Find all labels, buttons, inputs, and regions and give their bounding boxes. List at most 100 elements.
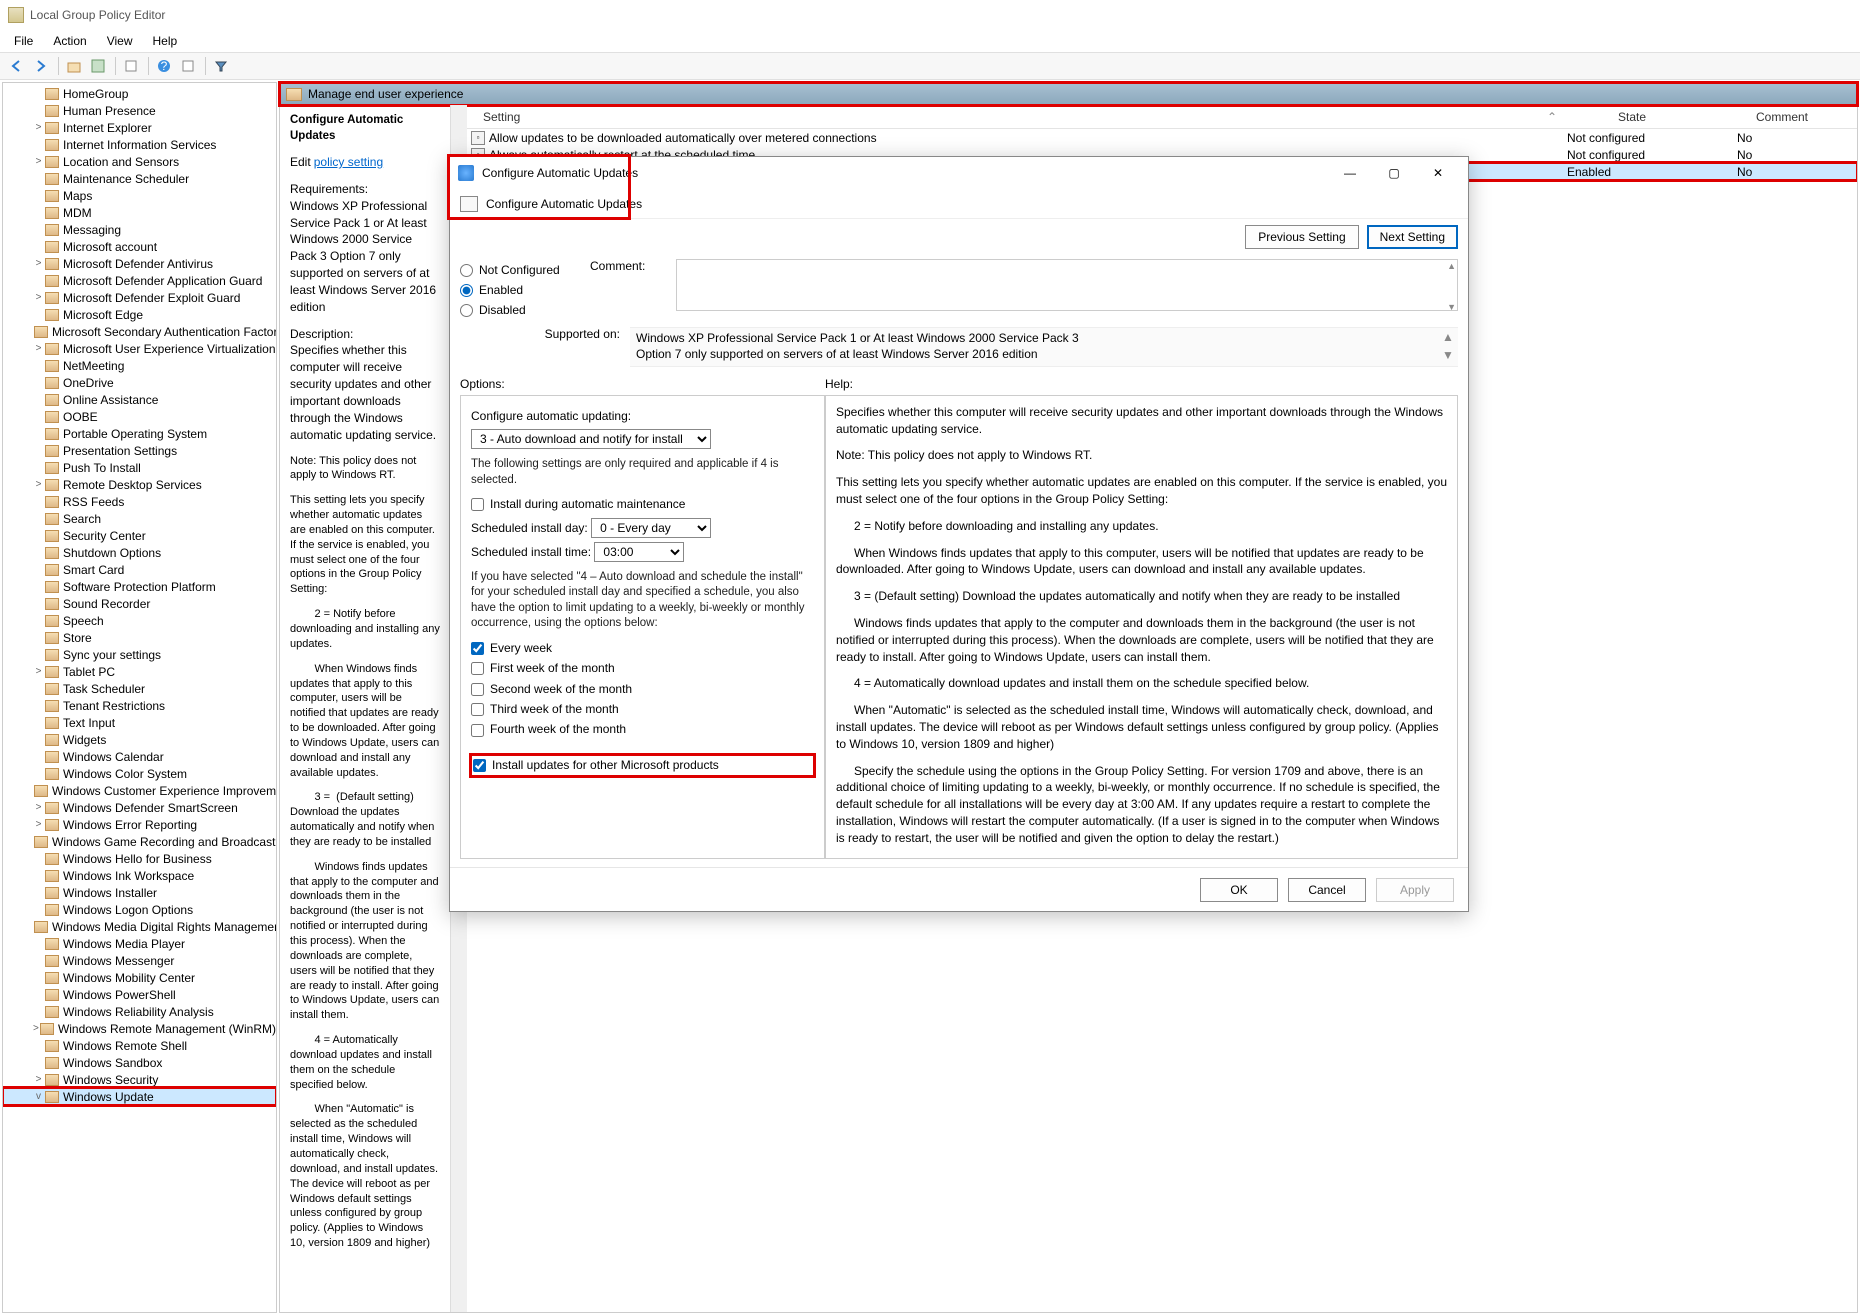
menu-help[interactable]: Help [143, 32, 188, 50]
col-state[interactable]: State [1557, 110, 1707, 124]
tree-item[interactable]: Search [3, 510, 276, 527]
tree[interactable]: HomeGroupHuman Presence>Internet Explore… [3, 83, 276, 1312]
tree-item[interactable]: Microsoft account [3, 238, 276, 255]
maximize-button[interactable]: ▢ [1372, 159, 1416, 187]
menu-action[interactable]: Action [43, 32, 96, 50]
tree-item[interactable]: Windows Media Digital Rights Management [3, 918, 276, 935]
col-setting[interactable]: Setting [467, 110, 1547, 124]
tree-item[interactable]: Windows Hello for Business [3, 850, 276, 867]
tree-item[interactable]: Tenant Restrictions [3, 697, 276, 714]
cb-every-week[interactable]: Every week [471, 640, 814, 657]
tree-item[interactable]: Maintenance Scheduler [3, 170, 276, 187]
tree-item[interactable]: >Microsoft Defender Antivirus [3, 255, 276, 272]
tree-item[interactable]: Portable Operating System [3, 425, 276, 442]
next-setting-button[interactable]: Next Setting [1367, 225, 1458, 249]
tree-item[interactable]: Human Presence [3, 102, 276, 119]
tree-twisty[interactable]: > [33, 258, 44, 269]
radio-enabled[interactable]: Enabled [460, 283, 590, 297]
radio-disabled[interactable]: Disabled [460, 303, 590, 317]
radio-not-configured[interactable]: Not Configured [460, 263, 590, 277]
apply-button[interactable]: Apply [1376, 878, 1454, 902]
tree-item[interactable]: vWindows Update [3, 1088, 276, 1105]
tree-twisty[interactable]: > [33, 1074, 44, 1085]
tree-item[interactable]: Widgets [3, 731, 276, 748]
tree-item[interactable]: Software Protection Platform [3, 578, 276, 595]
tree-item[interactable]: >Microsoft User Experience Virtualizatio… [3, 340, 276, 357]
tree-item[interactable]: Speech [3, 612, 276, 629]
tree-item[interactable]: Windows PowerShell [3, 986, 276, 1003]
tree-item[interactable]: >Windows Error Reporting [3, 816, 276, 833]
edit-policy-link[interactable]: policy setting [314, 155, 383, 169]
tree-item[interactable]: Windows Reliability Analysis [3, 1003, 276, 1020]
show-hide-button[interactable] [87, 55, 109, 77]
tree-item[interactable]: Windows Color System [3, 765, 276, 782]
tree-item[interactable]: >Windows Remote Management (WinRM) [3, 1020, 276, 1037]
supported-scroll-up[interactable]: ▲ [1442, 330, 1456, 346]
previous-setting-button[interactable]: Previous Setting [1245, 225, 1358, 249]
comment-scroll-up[interactable]: ▲ [1447, 261, 1456, 271]
cb-week1[interactable]: First week of the month [471, 660, 814, 677]
tree-item[interactable]: Maps [3, 187, 276, 204]
menu-file[interactable]: File [4, 32, 43, 50]
tree-item[interactable]: Microsoft Secondary Authentication Facto… [3, 323, 276, 340]
tree-item[interactable]: Windows Mobility Center [3, 969, 276, 986]
tree-twisty[interactable]: > [33, 156, 44, 167]
tree-item[interactable]: NetMeeting [3, 357, 276, 374]
tree-item[interactable]: Windows Remote Shell [3, 1037, 276, 1054]
tree-item[interactable]: Windows Messenger [3, 952, 276, 969]
tree-item[interactable]: Microsoft Defender Application Guard [3, 272, 276, 289]
tree-item[interactable]: >Microsoft Defender Exploit Guard [3, 289, 276, 306]
time-select[interactable]: 03:00 [594, 542, 684, 562]
cb-week4[interactable]: Fourth week of the month [471, 721, 814, 738]
tree-item[interactable]: Smart Card [3, 561, 276, 578]
tree-item[interactable]: Windows Logon Options [3, 901, 276, 918]
tree-twisty[interactable]: > [33, 122, 44, 133]
tree-twisty[interactable]: > [33, 292, 44, 303]
up-button[interactable] [63, 55, 85, 77]
tree-item[interactable]: Presentation Settings [3, 442, 276, 459]
tree-item[interactable]: Microsoft Edge [3, 306, 276, 323]
tree-item[interactable]: Security Center [3, 527, 276, 544]
tree-item[interactable]: Windows Media Player [3, 935, 276, 952]
tree-item[interactable]: Task Scheduler [3, 680, 276, 697]
cfg-select[interactable]: 3 - Auto download and notify for install [471, 429, 711, 449]
properties-button[interactable] [177, 55, 199, 77]
minimize-button[interactable]: — [1328, 159, 1372, 187]
export-button[interactable] [120, 55, 142, 77]
ok-button[interactable]: OK [1200, 878, 1278, 902]
tree-twisty[interactable]: > [33, 1023, 39, 1034]
tree-item[interactable]: Windows Sandbox [3, 1054, 276, 1071]
cb-week3[interactable]: Third week of the month [471, 701, 814, 718]
comment-textarea[interactable] [676, 259, 1458, 311]
cb-other-products[interactable]: Install updates for other Microsoft prod… [471, 755, 814, 776]
tree-item[interactable]: >Tablet PC [3, 663, 276, 680]
tree-item[interactable]: Shutdown Options [3, 544, 276, 561]
col-comment[interactable]: Comment [1707, 110, 1857, 124]
tree-item[interactable]: Push To Install [3, 459, 276, 476]
tree-item[interactable]: Internet Information Services [3, 136, 276, 153]
cb-week2[interactable]: Second week of the month [471, 681, 814, 698]
tree-item[interactable]: Windows Installer [3, 884, 276, 901]
tree-item[interactable]: RSS Feeds [3, 493, 276, 510]
filter-button[interactable] [210, 55, 232, 77]
cb-maintenance[interactable]: Install during automatic maintenance [471, 496, 814, 513]
comment-scroll-down[interactable]: ▼ [1447, 302, 1456, 312]
menu-view[interactable]: View [97, 32, 143, 50]
setting-row[interactable]: ▫ Allow updates to be downloaded automat… [467, 129, 1857, 146]
tree-item[interactable]: Messaging [3, 221, 276, 238]
close-button[interactable]: ✕ [1416, 159, 1460, 187]
tree-twisty[interactable]: > [33, 479, 44, 490]
tree-twisty[interactable]: v [33, 1091, 44, 1102]
tree-item[interactable]: Windows Calendar [3, 748, 276, 765]
tree-item[interactable]: OOBE [3, 408, 276, 425]
tree-twisty[interactable]: > [33, 802, 44, 813]
tree-item[interactable]: Text Input [3, 714, 276, 731]
help-button[interactable]: ? [153, 55, 175, 77]
tree-twisty[interactable]: > [33, 666, 44, 677]
tree-item[interactable]: >Remote Desktop Services [3, 476, 276, 493]
tree-item[interactable]: >Location and Sensors [3, 153, 276, 170]
forward-button[interactable] [30, 55, 52, 77]
supported-scroll-down[interactable]: ▼ [1442, 348, 1456, 364]
tree-item[interactable]: Windows Game Recording and Broadcasting [3, 833, 276, 850]
back-button[interactable] [6, 55, 28, 77]
